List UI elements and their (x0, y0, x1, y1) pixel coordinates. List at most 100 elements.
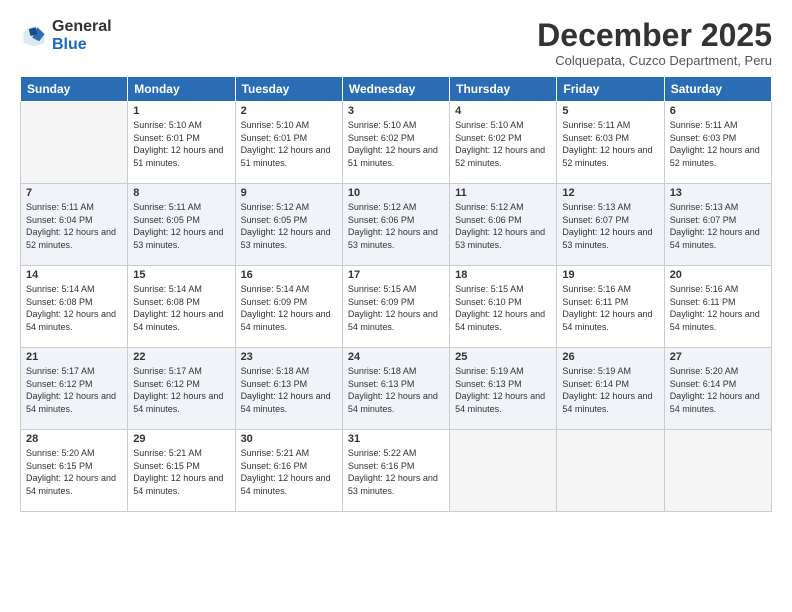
day-number: 7 (26, 187, 122, 199)
header-friday: Friday (557, 77, 664, 102)
calendar-week-row: 28 Sunrise: 5:20 AM Sunset: 6:15 PM Dayl… (21, 430, 772, 512)
day-info: Sunrise: 5:20 AM Sunset: 6:15 PM Dayligh… (26, 448, 116, 496)
weekday-header-row: Sunday Monday Tuesday Wednesday Thursday… (21, 77, 772, 102)
table-row: 9 Sunrise: 5:12 AM Sunset: 6:05 PM Dayli… (235, 184, 342, 266)
table-row: 25 Sunrise: 5:19 AM Sunset: 6:13 PM Dayl… (450, 348, 557, 430)
table-row: 16 Sunrise: 5:14 AM Sunset: 6:09 PM Dayl… (235, 266, 342, 348)
day-info: Sunrise: 5:11 AM Sunset: 6:04 PM Dayligh… (26, 202, 116, 250)
day-number: 2 (241, 105, 337, 117)
table-row: 4 Sunrise: 5:10 AM Sunset: 6:02 PM Dayli… (450, 102, 557, 184)
day-number: 12 (562, 187, 658, 199)
day-number: 25 (455, 351, 551, 363)
table-row: 20 Sunrise: 5:16 AM Sunset: 6:11 PM Dayl… (664, 266, 771, 348)
table-row: 6 Sunrise: 5:11 AM Sunset: 6:03 PM Dayli… (664, 102, 771, 184)
table-row: 18 Sunrise: 5:15 AM Sunset: 6:10 PM Dayl… (450, 266, 557, 348)
day-info: Sunrise: 5:21 AM Sunset: 6:16 PM Dayligh… (241, 448, 331, 496)
day-info: Sunrise: 5:22 AM Sunset: 6:16 PM Dayligh… (348, 448, 438, 496)
table-row: 3 Sunrise: 5:10 AM Sunset: 6:02 PM Dayli… (342, 102, 449, 184)
table-row (557, 430, 664, 512)
day-info: Sunrise: 5:19 AM Sunset: 6:13 PM Dayligh… (455, 366, 545, 414)
table-row: 11 Sunrise: 5:12 AM Sunset: 6:06 PM Dayl… (450, 184, 557, 266)
day-info: Sunrise: 5:10 AM Sunset: 6:01 PM Dayligh… (133, 120, 223, 168)
day-info: Sunrise: 5:15 AM Sunset: 6:10 PM Dayligh… (455, 284, 545, 332)
day-info: Sunrise: 5:11 AM Sunset: 6:05 PM Dayligh… (133, 202, 223, 250)
location-subtitle: Colquepata, Cuzco Department, Peru (537, 53, 772, 68)
table-row (450, 430, 557, 512)
table-row: 10 Sunrise: 5:12 AM Sunset: 6:06 PM Dayl… (342, 184, 449, 266)
day-info: Sunrise: 5:13 AM Sunset: 6:07 PM Dayligh… (670, 202, 760, 250)
day-number: 18 (455, 269, 551, 281)
day-info: Sunrise: 5:19 AM Sunset: 6:14 PM Dayligh… (562, 366, 652, 414)
day-number: 22 (133, 351, 229, 363)
day-info: Sunrise: 5:14 AM Sunset: 6:08 PM Dayligh… (133, 284, 223, 332)
table-row: 26 Sunrise: 5:19 AM Sunset: 6:14 PM Dayl… (557, 348, 664, 430)
calendar-week-row: 7 Sunrise: 5:11 AM Sunset: 6:04 PM Dayli… (21, 184, 772, 266)
table-row: 23 Sunrise: 5:18 AM Sunset: 6:13 PM Dayl… (235, 348, 342, 430)
day-number: 23 (241, 351, 337, 363)
table-row: 8 Sunrise: 5:11 AM Sunset: 6:05 PM Dayli… (128, 184, 235, 266)
day-info: Sunrise: 5:18 AM Sunset: 6:13 PM Dayligh… (241, 366, 331, 414)
day-number: 6 (670, 105, 766, 117)
day-info: Sunrise: 5:21 AM Sunset: 6:15 PM Dayligh… (133, 448, 223, 496)
day-info: Sunrise: 5:10 AM Sunset: 6:02 PM Dayligh… (455, 120, 545, 168)
table-row: 31 Sunrise: 5:22 AM Sunset: 6:16 PM Dayl… (342, 430, 449, 512)
day-number: 16 (241, 269, 337, 281)
calendar-week-row: 21 Sunrise: 5:17 AM Sunset: 6:12 PM Dayl… (21, 348, 772, 430)
day-info: Sunrise: 5:12 AM Sunset: 6:05 PM Dayligh… (241, 202, 331, 250)
table-row: 28 Sunrise: 5:20 AM Sunset: 6:15 PM Dayl… (21, 430, 128, 512)
day-info: Sunrise: 5:20 AM Sunset: 6:14 PM Dayligh… (670, 366, 760, 414)
day-info: Sunrise: 5:14 AM Sunset: 6:09 PM Dayligh… (241, 284, 331, 332)
day-number: 27 (670, 351, 766, 363)
logo-text: General Blue (52, 18, 112, 53)
table-row: 22 Sunrise: 5:17 AM Sunset: 6:12 PM Dayl… (128, 348, 235, 430)
day-number: 14 (26, 269, 122, 281)
day-number: 4 (455, 105, 551, 117)
logo-blue-text: Blue (52, 36, 112, 54)
day-number: 17 (348, 269, 444, 281)
day-info: Sunrise: 5:10 AM Sunset: 6:02 PM Dayligh… (348, 120, 438, 168)
day-number: 1 (133, 105, 229, 117)
table-row: 13 Sunrise: 5:13 AM Sunset: 6:07 PM Dayl… (664, 184, 771, 266)
day-number: 24 (348, 351, 444, 363)
day-number: 28 (26, 433, 122, 445)
table-row: 1 Sunrise: 5:10 AM Sunset: 6:01 PM Dayli… (128, 102, 235, 184)
table-row: 24 Sunrise: 5:18 AM Sunset: 6:13 PM Dayl… (342, 348, 449, 430)
header-thursday: Thursday (450, 77, 557, 102)
header-tuesday: Tuesday (235, 77, 342, 102)
day-number: 10 (348, 187, 444, 199)
table-row: 15 Sunrise: 5:14 AM Sunset: 6:08 PM Dayl… (128, 266, 235, 348)
header-sunday: Sunday (21, 77, 128, 102)
logo-general-text: General (52, 18, 112, 36)
table-row: 5 Sunrise: 5:11 AM Sunset: 6:03 PM Dayli… (557, 102, 664, 184)
day-number: 30 (241, 433, 337, 445)
table-row: 27 Sunrise: 5:20 AM Sunset: 6:14 PM Dayl… (664, 348, 771, 430)
day-number: 26 (562, 351, 658, 363)
day-number: 31 (348, 433, 444, 445)
header-monday: Monday (128, 77, 235, 102)
table-row: 30 Sunrise: 5:21 AM Sunset: 6:16 PM Dayl… (235, 430, 342, 512)
logo: General Blue (20, 18, 112, 53)
day-number: 29 (133, 433, 229, 445)
day-info: Sunrise: 5:17 AM Sunset: 6:12 PM Dayligh… (133, 366, 223, 414)
calendar-week-row: 14 Sunrise: 5:14 AM Sunset: 6:08 PM Dayl… (21, 266, 772, 348)
day-info: Sunrise: 5:16 AM Sunset: 6:11 PM Dayligh… (670, 284, 760, 332)
day-number: 3 (348, 105, 444, 117)
title-block: December 2025 Colquepata, Cuzco Departme… (537, 18, 772, 68)
day-info: Sunrise: 5:18 AM Sunset: 6:13 PM Dayligh… (348, 366, 438, 414)
page: General Blue December 2025 Colquepata, C… (0, 0, 792, 612)
day-number: 8 (133, 187, 229, 199)
day-number: 21 (26, 351, 122, 363)
header-saturday: Saturday (664, 77, 771, 102)
day-number: 20 (670, 269, 766, 281)
table-row: 17 Sunrise: 5:15 AM Sunset: 6:09 PM Dayl… (342, 266, 449, 348)
header-wednesday: Wednesday (342, 77, 449, 102)
day-number: 19 (562, 269, 658, 281)
header: General Blue December 2025 Colquepata, C… (20, 18, 772, 68)
day-info: Sunrise: 5:12 AM Sunset: 6:06 PM Dayligh… (348, 202, 438, 250)
table-row: 21 Sunrise: 5:17 AM Sunset: 6:12 PM Dayl… (21, 348, 128, 430)
day-info: Sunrise: 5:11 AM Sunset: 6:03 PM Dayligh… (562, 120, 652, 168)
day-number: 15 (133, 269, 229, 281)
day-number: 9 (241, 187, 337, 199)
day-info: Sunrise: 5:11 AM Sunset: 6:03 PM Dayligh… (670, 120, 760, 168)
table-row (21, 102, 128, 184)
